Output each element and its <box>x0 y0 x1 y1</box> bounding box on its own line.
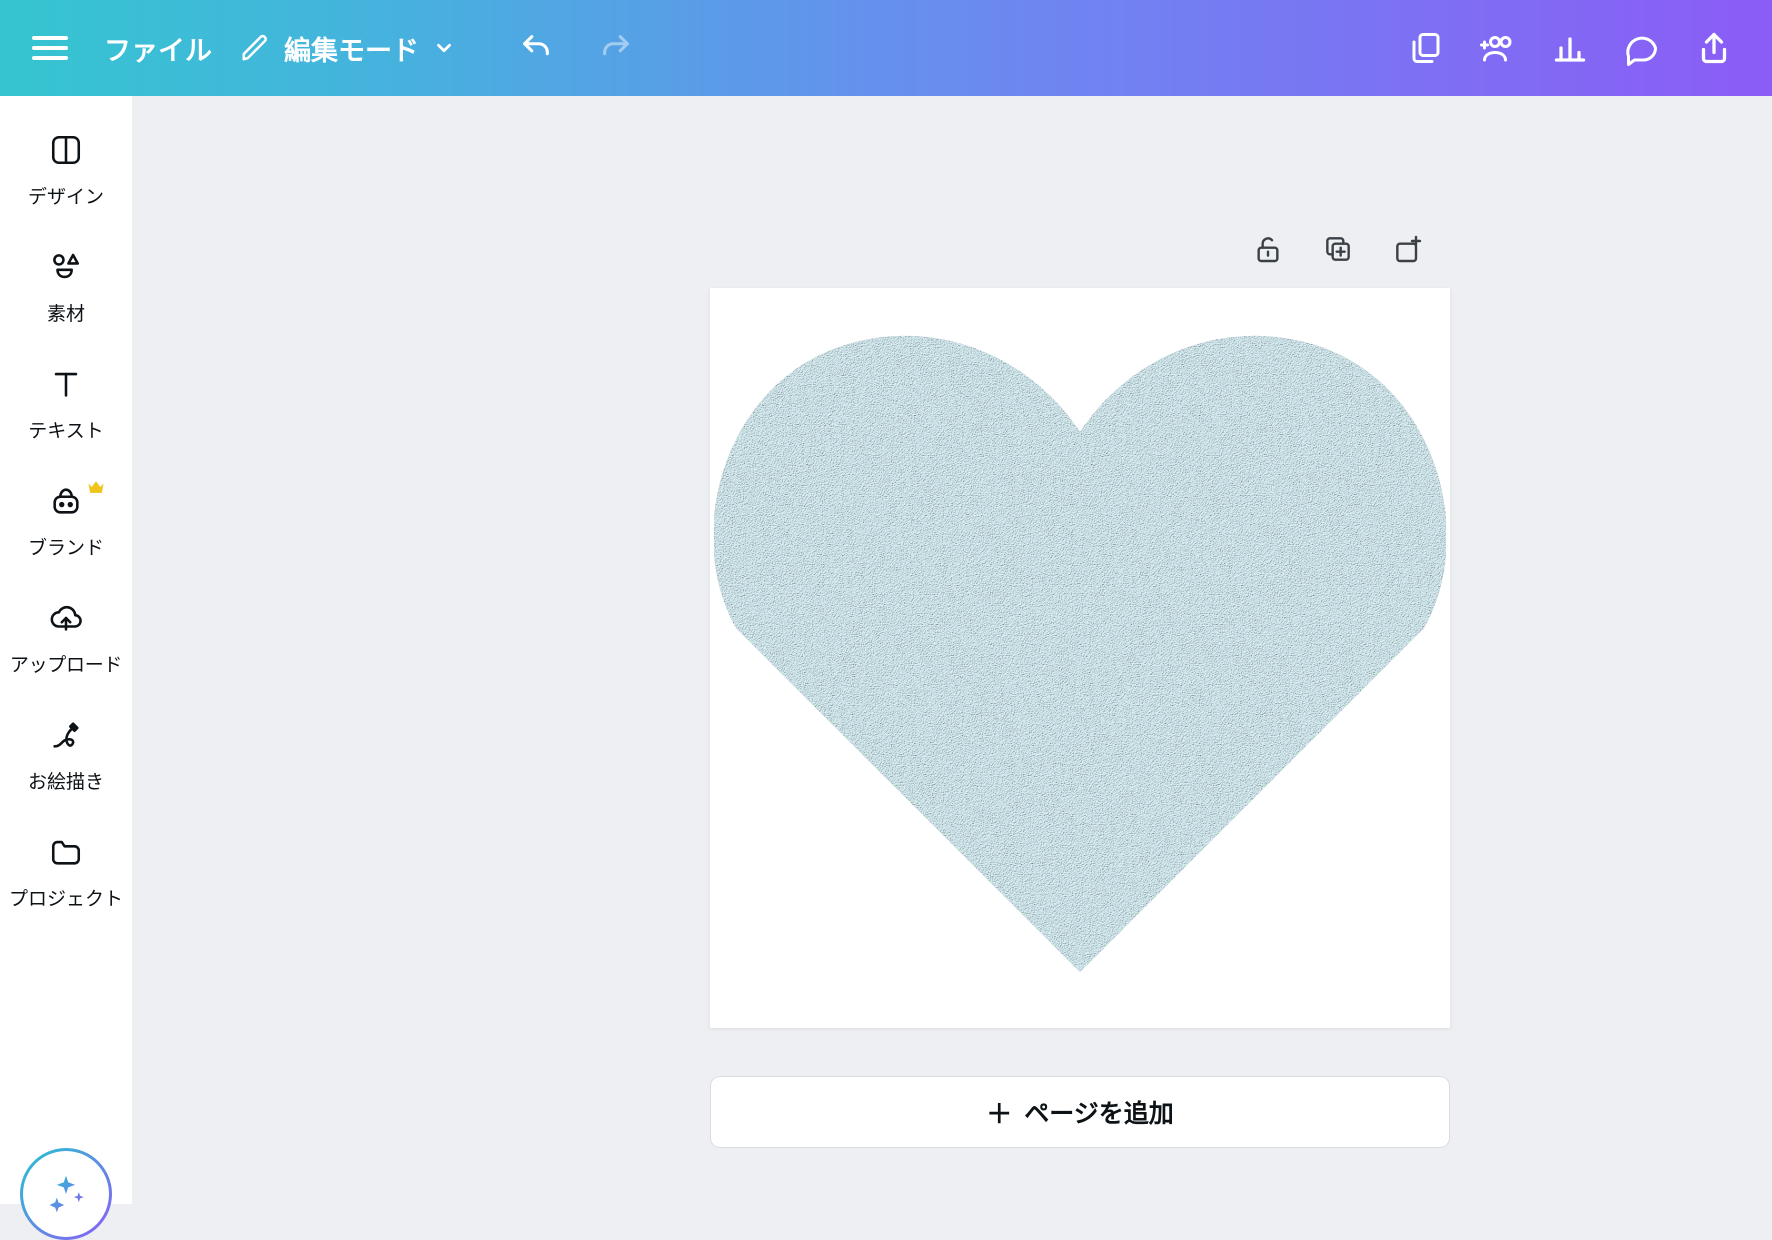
sidebar-label: ブランド <box>28 533 104 560</box>
page-tools <box>1252 233 1424 265</box>
share-icon[interactable] <box>1696 30 1732 66</box>
sidebar-item-projects[interactable]: プロジェクト <box>0 834 132 911</box>
copy-design-icon[interactable] <box>1408 30 1444 66</box>
sidebar-label: アップロード <box>10 650 122 677</box>
lock-page-button[interactable] <box>1252 233 1284 265</box>
add-page-above-button[interactable] <box>1392 233 1424 265</box>
add-page-button[interactable]: ＋ ページを追加 <box>710 1076 1450 1148</box>
text-icon <box>49 366 83 402</box>
artboard[interactable] <box>710 288 1450 1028</box>
sidebar-item-text[interactable]: テキスト <box>0 366 132 443</box>
sidebar-label: お絵描き <box>28 767 104 794</box>
history-buttons <box>519 31 633 65</box>
sidebar-label: デザイン <box>28 182 104 209</box>
heart-shape[interactable] <box>714 326 1446 972</box>
design-icon <box>49 132 83 168</box>
menu-button[interactable] <box>24 28 76 68</box>
canvas-area[interactable]: ＋ ページを追加 <box>132 96 1772 1204</box>
header-right <box>1408 30 1748 66</box>
redo-button[interactable] <box>599 31 633 65</box>
pencil-icon <box>240 33 270 63</box>
undo-button[interactable] <box>519 31 553 65</box>
draw-icon <box>49 717 83 753</box>
sidebar-label: プロジェクト <box>9 884 123 911</box>
add-page-label: ページを追加 <box>1024 1094 1174 1130</box>
elements-icon <box>49 249 83 285</box>
main-area: デザイン 素材 テキスト ブランド <box>0 96 1772 1204</box>
sidebar-label: テキスト <box>28 416 103 443</box>
analytics-icon[interactable] <box>1552 30 1588 66</box>
plus-icon: ＋ <box>986 1094 1012 1131</box>
header-left: ファイル 編集モード <box>24 28 633 68</box>
sidebar-item-uploads[interactable]: アップロード <box>0 600 132 677</box>
sidebar-item-draw[interactable]: お絵描き <box>0 717 132 794</box>
file-menu[interactable]: ファイル <box>104 29 212 68</box>
sidebar-label: 素材 <box>47 299 85 326</box>
sidebar-item-design[interactable]: デザイン <box>0 132 132 209</box>
crown-icon <box>86 477 106 497</box>
chevron-down-icon <box>433 37 455 59</box>
edit-mode-dropdown[interactable]: 編集モード <box>240 29 455 68</box>
comment-icon[interactable] <box>1624 30 1660 66</box>
sidebar-item-brand[interactable]: ブランド <box>0 483 132 560</box>
edit-mode-label: 編集モード <box>284 29 419 68</box>
app-header: ファイル 編集モード <box>0 0 1772 96</box>
upload-icon <box>49 600 83 636</box>
folder-icon <box>49 834 83 870</box>
duplicate-page-button[interactable] <box>1322 233 1354 265</box>
invite-collaborators-icon[interactable] <box>1480 30 1516 66</box>
magic-button[interactable] <box>20 1148 112 1240</box>
sidebar-item-elements[interactable]: 素材 <box>0 249 132 326</box>
sidebar: デザイン 素材 テキスト ブランド <box>0 96 132 1204</box>
brand-icon <box>49 483 83 519</box>
